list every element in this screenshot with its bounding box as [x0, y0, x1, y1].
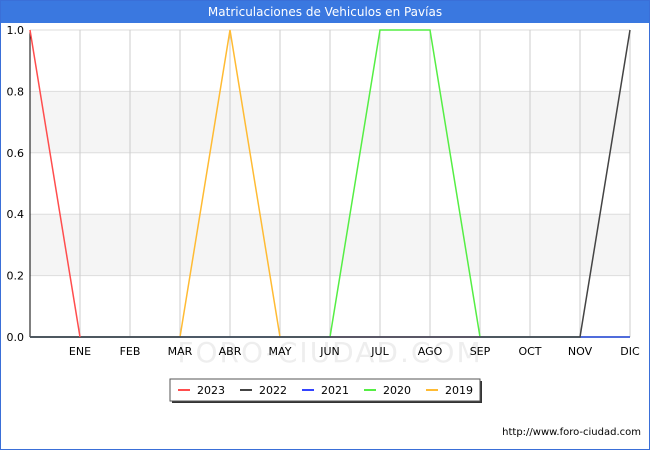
x-tick-label: DIC — [620, 345, 640, 358]
legend-label-2022: 2022 — [259, 384, 287, 397]
line-chart: FORO-CIUDAD.COM0.00.20.40.60.81.0ENE FEB M… — [7, 24, 640, 403]
source-url: http://www.foro-ciudad.com — [502, 427, 641, 438]
y-tick-label: 0.4 — [7, 208, 25, 221]
x-tick-label: MAR — [168, 345, 193, 358]
x-tick-label: NOV — [568, 345, 593, 358]
legend-label-2021: 2021 — [321, 384, 349, 397]
legend-label-2020: 2020 — [383, 384, 411, 397]
x-tick-label: ABR — [219, 345, 242, 358]
x-tick-label: JUN — [319, 345, 340, 358]
x-tick-label: MAY — [269, 345, 292, 358]
x-tick-label: JUL — [370, 345, 389, 358]
x-tick-label: OCT — [518, 345, 541, 358]
x-tick-label: SEP — [470, 345, 491, 358]
legend-label-2023: 2023 — [197, 384, 225, 397]
y-tick-label: 0.6 — [7, 147, 25, 160]
y-tick-label: 0.2 — [7, 270, 25, 283]
y-tick-label: 0.0 — [7, 331, 25, 344]
legend: 2023 2022 2021 2020 2019 — [169, 378, 482, 403]
y-tick-label: 1.0 — [7, 24, 25, 37]
y-tick-label: 0.8 — [7, 85, 25, 98]
x-tick-label: AGO — [418, 345, 443, 358]
x-tick-label: FEB — [120, 345, 141, 358]
legend-label-2019: 2019 — [445, 384, 473, 397]
x-tick-label: ENE — [69, 345, 91, 358]
